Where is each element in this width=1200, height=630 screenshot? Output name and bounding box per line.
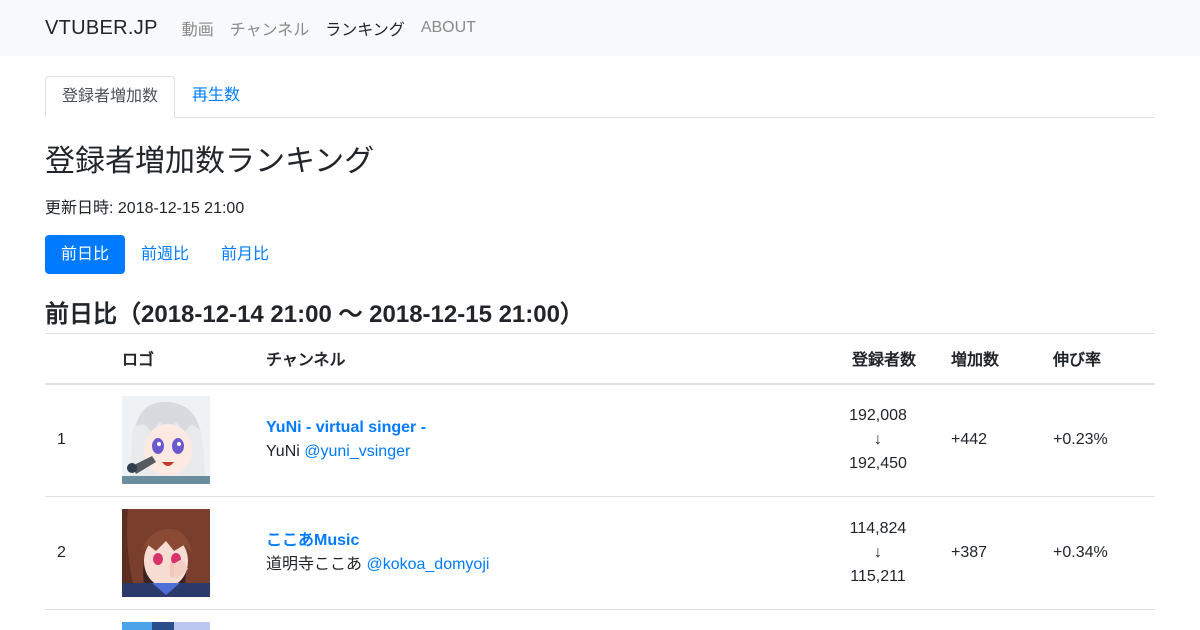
subscribers-from: 114,824 — [849, 520, 907, 537]
channel-owner: 道明寺ここあ — [266, 556, 363, 573]
channel-avatar[interactable] — [122, 396, 210, 485]
brand-logo[interactable]: VTUBER.JP — [45, 17, 158, 40]
top-navbar: VTUBER.JP 動画 チャンネル ランキング ABOUT — [0, 0, 1200, 56]
ranking-tabs: 登録者増加数 再生数 — [45, 56, 1155, 118]
down-arrow-icon: ↓ — [874, 544, 882, 561]
growth-rate-cell: +0.23% — [1041, 383, 1155, 497]
logo-cell — [110, 383, 254, 497]
subscribers-to: 115,211 — [850, 568, 906, 585]
period-month-button[interactable]: 前月比 — [205, 235, 285, 274]
channel-avatar-partial[interactable] — [122, 622, 210, 630]
rank-cell: 2 — [45, 496, 110, 610]
increase-cell: +442 — [939, 383, 1041, 497]
twitter-handle-link[interactable]: @yuni_vsinger — [304, 443, 410, 460]
period-day-button[interactable]: 前日比 — [45, 235, 126, 274]
header-subscribers: 登録者数 — [829, 333, 939, 385]
nav-link-ranking[interactable]: ランキング — [325, 16, 405, 40]
down-arrow-icon: ↓ — [874, 431, 882, 449]
header-increase: 増加数 — [939, 333, 1041, 385]
channel-owner: YuNi — [266, 443, 300, 461]
increase-cell: +387 — [939, 496, 1041, 610]
header-channel: チャンネル — [254, 333, 829, 385]
rank-cell: 1 — [45, 383, 110, 497]
updated-timestamp: 更新日時: 2018-12-15 21:00 — [45, 200, 245, 217]
subscribers-from: 192,008 — [849, 407, 907, 425]
table-header-row: ロゴ チャンネル 登録者数 増加数 伸び率 — [45, 333, 1155, 385]
channel-cell: ここあMusic 道明寺ここあ @kokoa_domyoji — [254, 496, 829, 610]
period-week-button[interactable]: 前週比 — [125, 235, 205, 274]
table-row: 1 YuNi - virtual singer - YuNi @yuni_vsi… — [45, 383, 1155, 497]
header-logo: ロゴ — [110, 333, 254, 385]
table-row: 2 ここあMusic 道明寺ここあ @kokoa_domyoji 114,824… — [45, 496, 1155, 610]
header-rank — [45, 333, 110, 385]
logo-cell — [110, 496, 254, 610]
nav-link-about[interactable]: ABOUT — [421, 19, 476, 37]
subscribers-cell: 192,008 ↓ 192,450 — [829, 383, 939, 497]
growth-rate-cell: +0.34% — [1041, 496, 1155, 610]
tab-views[interactable]: 再生数 — [176, 76, 256, 118]
tab-subscriber-increase[interactable]: 登録者増加数 — [45, 76, 175, 118]
nav-link-channels[interactable]: チャンネル — [230, 16, 310, 40]
channel-cell: YuNi - virtual singer - YuNi @yuni_vsing… — [254, 383, 829, 497]
ranking-table: ロゴ チャンネル 登録者数 増加数 伸び率 1 YuNi - virtual s… — [45, 333, 1155, 610]
channel-name-link[interactable]: ここあMusic — [266, 529, 817, 553]
nav-link-videos[interactable]: 動画 — [182, 16, 214, 40]
twitter-handle-link[interactable]: @kokoa_domyoji — [366, 556, 489, 573]
channel-name-link[interactable]: YuNi - virtual singer - — [266, 416, 817, 440]
subscribers-cell: 114,824 ↓ 115,211 — [829, 496, 939, 610]
channel-avatar[interactable] — [122, 509, 210, 597]
header-growth-rate: 伸び率 — [1041, 333, 1155, 385]
main-content: 登録者増加数 再生数 登録者増加数ランキング 更新日時: 2018-12-15 … — [45, 56, 1155, 610]
page-title: 登録者増加数ランキング — [45, 145, 375, 178]
subscribers-to: 192,450 — [849, 455, 907, 473]
range-title: 前日比（2018-12-14 21:00 ～ 2018-12-15 21:00） — [45, 301, 584, 328]
